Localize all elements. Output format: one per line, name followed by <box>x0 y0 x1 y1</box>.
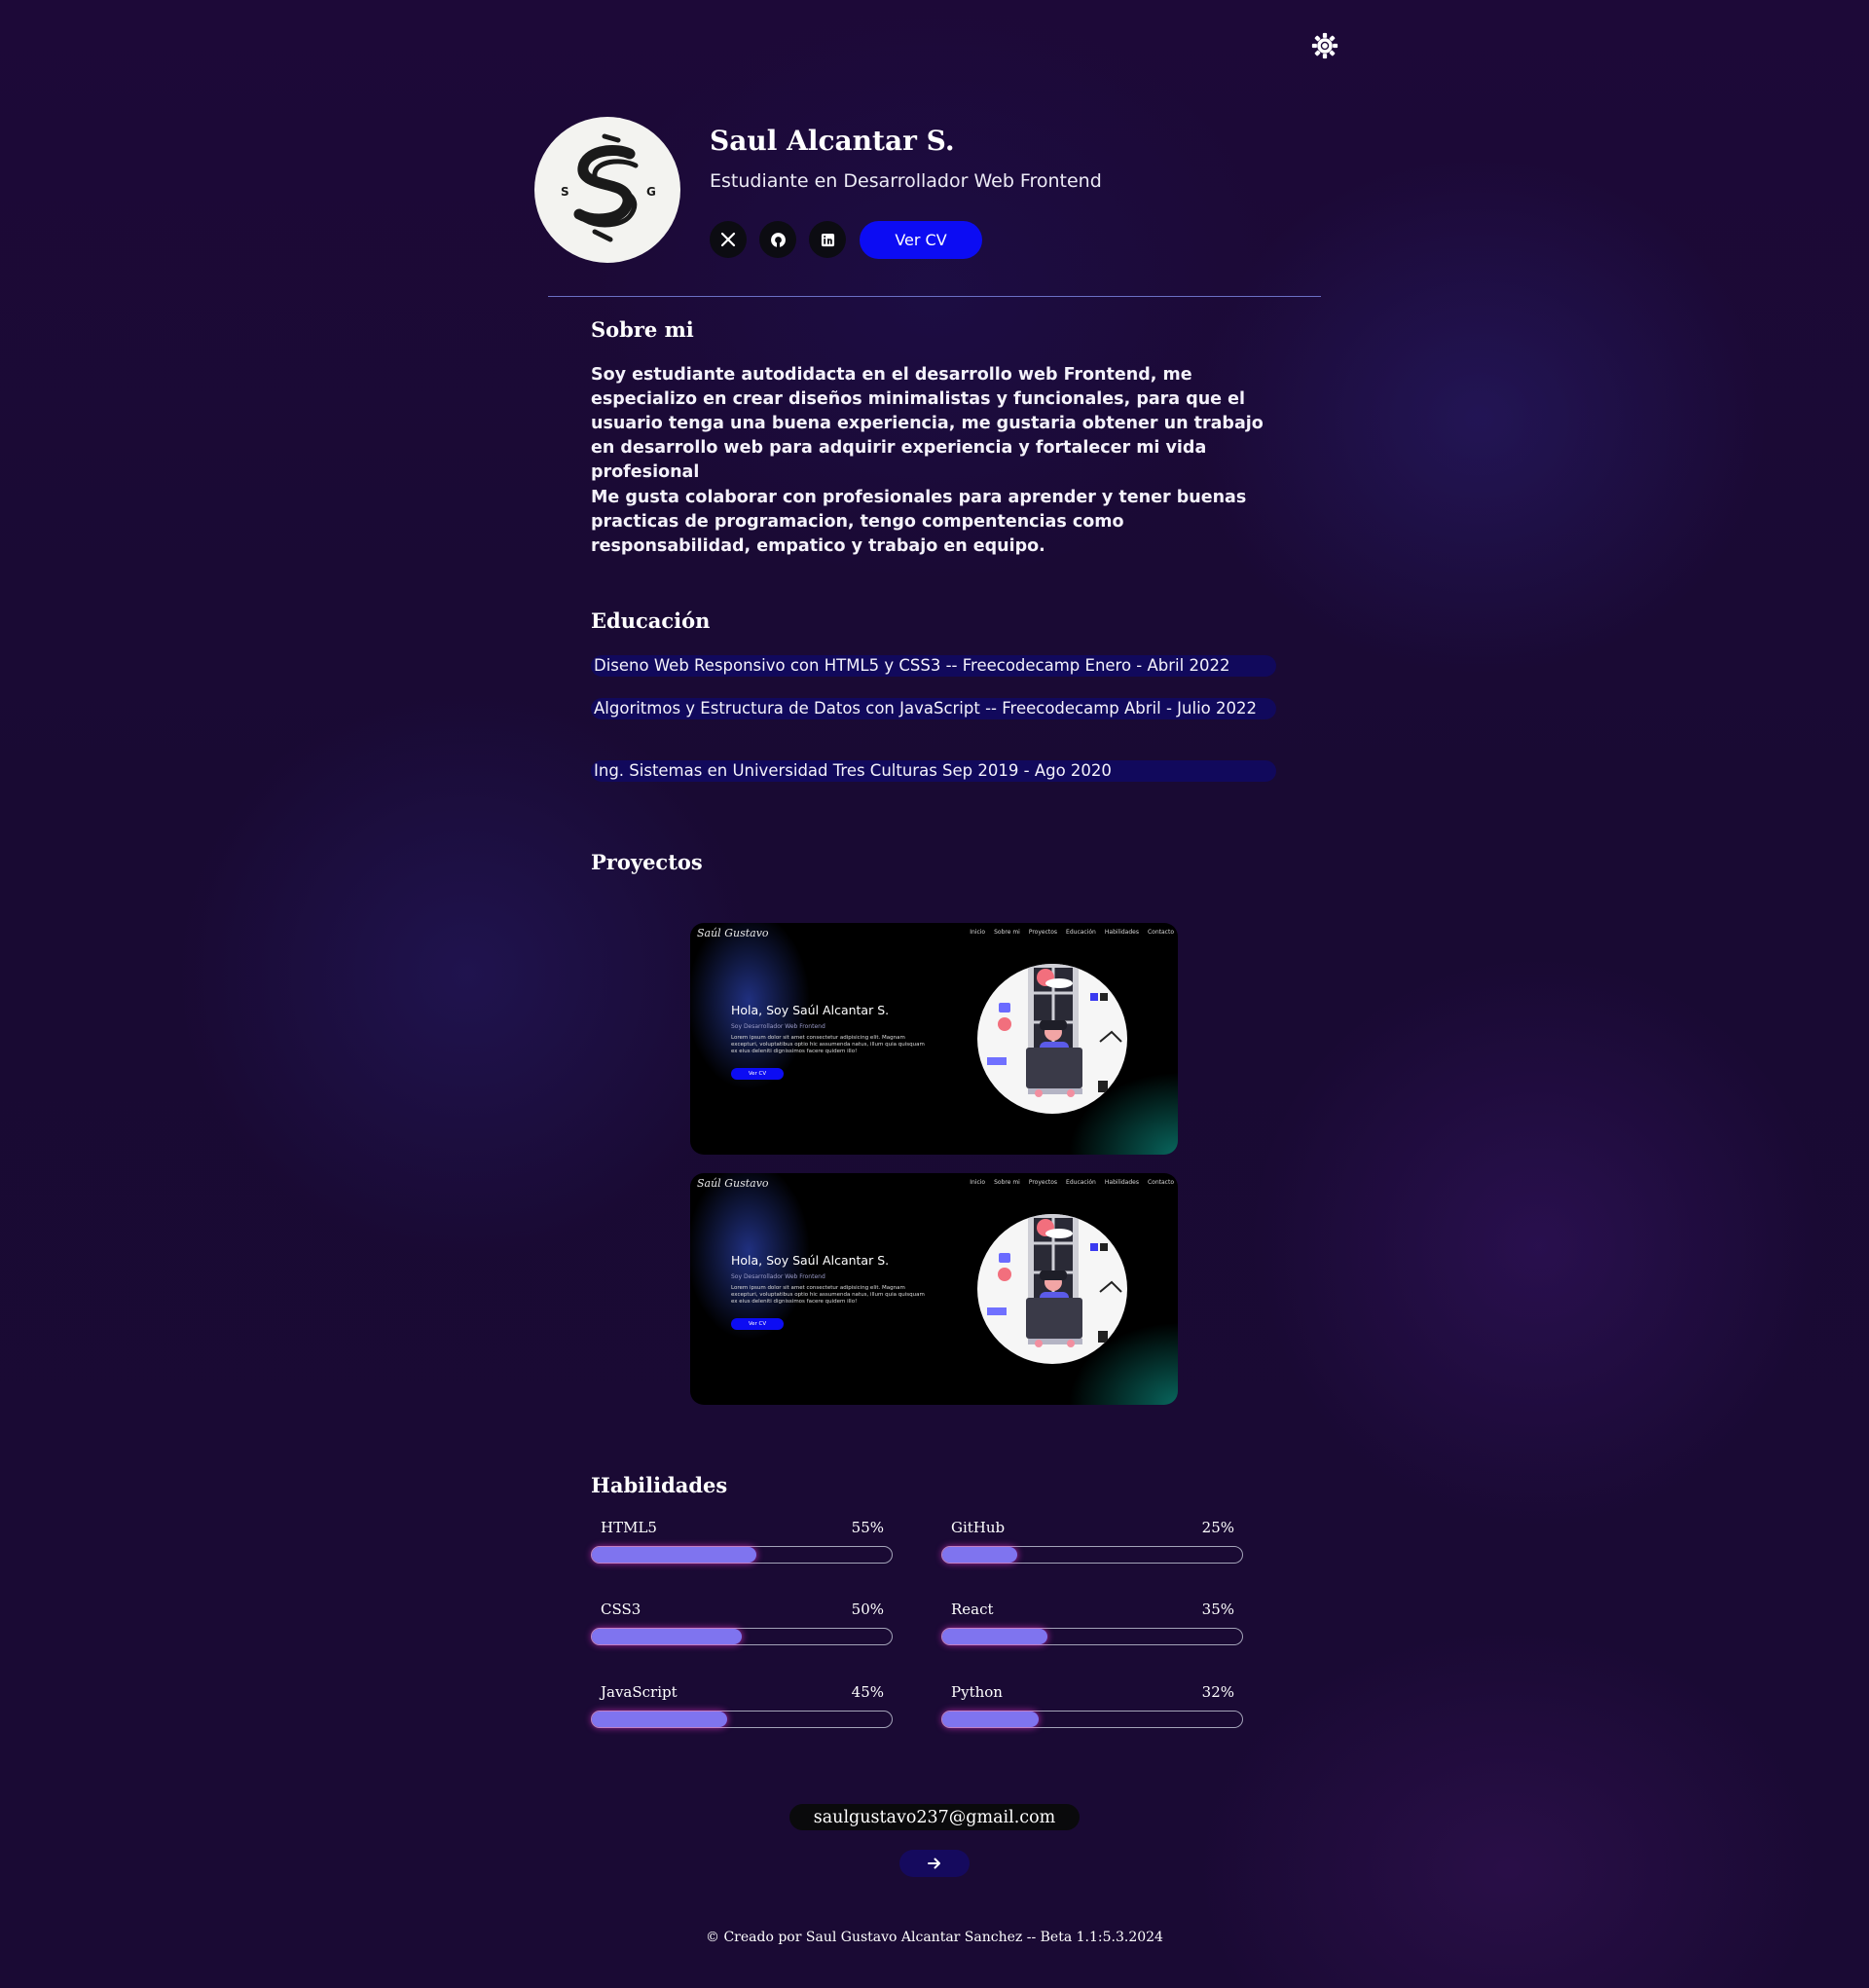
education-title: Educación <box>591 608 711 633</box>
header-divider <box>548 296 1321 297</box>
skills-title: Habilidades <box>591 1473 728 1497</box>
skill-name: CSS3 <box>601 1601 641 1618</box>
logo-letter-s: S <box>561 185 569 199</box>
project-card[interactable]: Saúl Gustavo Inicio Sobre mi Proyectos E… <box>690 923 1178 1155</box>
skill-name: React <box>951 1601 994 1618</box>
project-preview-nav-item: Educación <box>1066 929 1096 936</box>
project-card[interactable]: Saúl Gustavo Inicio Sobre mi Proyectos E… <box>690 1173 1178 1405</box>
skill-percent: 50% <box>851 1601 884 1618</box>
footer-credit: © Creado por Saul Gustavo Alcantar Sanch… <box>706 1930 1163 1945</box>
view-cv-button[interactable]: Ver CV <box>860 221 982 259</box>
skill-percent: 25% <box>1201 1519 1234 1536</box>
project-preview-nav-item: Contacto <box>1147 929 1174 936</box>
skill-percent: 35% <box>1201 1601 1234 1618</box>
about-paragraph-1: Soy estudiante autodidacta en el desarro… <box>591 365 1264 482</box>
project-preview-subheading: Soy Desarrollador Web Frontend <box>731 1023 825 1030</box>
skill-bar <box>591 1628 893 1645</box>
contact-email[interactable]: saulgustavo237@gmail.com <box>789 1804 1080 1830</box>
projects-title: Proyectos <box>591 850 703 874</box>
skill-percent: 32% <box>1201 1683 1234 1701</box>
project-preview-nav: Inicio Sobre mi Proyectos Educación Habi… <box>970 1179 1174 1186</box>
developer-illustration-icon <box>977 1214 1127 1364</box>
about-title: Sobre mi <box>591 317 694 342</box>
skill-bar <box>941 1628 1243 1645</box>
project-preview-nav-item: Inicio <box>970 1179 986 1186</box>
arrow-right-icon <box>928 1858 940 1869</box>
education-item: Algoritmos y Estructura de Datos con Jav… <box>591 698 1276 719</box>
social-x-button[interactable] <box>710 221 747 258</box>
about-paragraph-2: Me gusta colaborar con profesionales par… <box>591 488 1247 556</box>
skill-bar <box>941 1711 1243 1728</box>
skill-name: JavaScript <box>601 1683 678 1701</box>
avatar-logo: S G <box>534 117 680 263</box>
project-preview-nav-item: Sobre mi <box>994 1179 1020 1186</box>
skill-bar-fill <box>942 1629 1047 1644</box>
project-preview-nav-item: Sobre mi <box>994 929 1020 936</box>
linkedin-icon <box>821 233 834 246</box>
project-preview-logo: Saúl Gustavo <box>697 1177 769 1190</box>
education-item: Ing. Sistemas en Universidad Tres Cultur… <box>591 760 1276 782</box>
skill-bar <box>591 1711 893 1728</box>
project-preview-heading: Hola, Soy Saúl Alcantar S. <box>731 1003 890 1017</box>
skill-bar-fill <box>942 1712 1039 1727</box>
project-preview-text: Lorem ipsum dolor sit amet consectetur a… <box>731 1035 925 1054</box>
project-preview-nav-item: Habilidades <box>1104 929 1139 936</box>
project-preview-text: Lorem ipsum dolor sit amet consectetur a… <box>731 1285 925 1305</box>
skill-percent: 55% <box>851 1519 884 1536</box>
skill-bar-fill <box>592 1629 742 1644</box>
project-preview-nav-item: Proyectos <box>1028 929 1058 936</box>
skill-bar-fill <box>592 1712 727 1727</box>
skill-name: GitHub <box>951 1519 1006 1536</box>
project-preview-nav-item: Proyectos <box>1028 1179 1058 1186</box>
developer-illustration-icon <box>977 964 1127 1114</box>
skill-name: HTML5 <box>601 1519 657 1536</box>
project-preview-logo: Saúl Gustavo <box>697 927 769 939</box>
contact-submit-button[interactable] <box>899 1850 970 1877</box>
social-linkedin-button[interactable] <box>809 221 846 258</box>
project-preview-nav: Inicio Sobre mi Proyectos Educación Habi… <box>970 929 1174 936</box>
project-preview-cv-button: Ver CV <box>731 1318 784 1330</box>
project-preview-subheading: Soy Desarrollador Web Frontend <box>731 1273 825 1280</box>
social-github-button[interactable] <box>759 221 796 258</box>
project-preview-heading: Hola, Soy Saúl Alcantar S. <box>731 1253 890 1268</box>
github-icon <box>770 232 786 248</box>
project-preview-nav-item: Educación <box>1066 1179 1096 1186</box>
skill-percent: 45% <box>851 1683 884 1701</box>
logo-letter-g: G <box>646 185 656 199</box>
skill-bar-fill <box>942 1547 1017 1563</box>
skill-name: Python <box>951 1683 1003 1701</box>
project-preview-nav-item: Inicio <box>970 929 986 936</box>
project-preview-nav-item: Habilidades <box>1104 1179 1139 1186</box>
skill-bar <box>591 1546 893 1564</box>
skill-bar-fill <box>592 1547 757 1563</box>
profile-role: Estudiante en Desarrollador Web Frontend <box>710 170 1102 192</box>
education-item: Diseno Web Responsivo con HTML5 y CSS3 -… <box>591 655 1276 677</box>
profile-name: Saul Alcantar S. <box>710 125 955 157</box>
theme-toggle-gear-icon[interactable] <box>1310 31 1339 60</box>
sg-logo-icon: S G <box>561 133 656 242</box>
project-preview-cv-button: Ver CV <box>731 1068 784 1080</box>
project-preview-nav-item: Contacto <box>1147 1179 1174 1186</box>
skill-bar <box>941 1546 1243 1564</box>
x-icon <box>720 232 736 247</box>
